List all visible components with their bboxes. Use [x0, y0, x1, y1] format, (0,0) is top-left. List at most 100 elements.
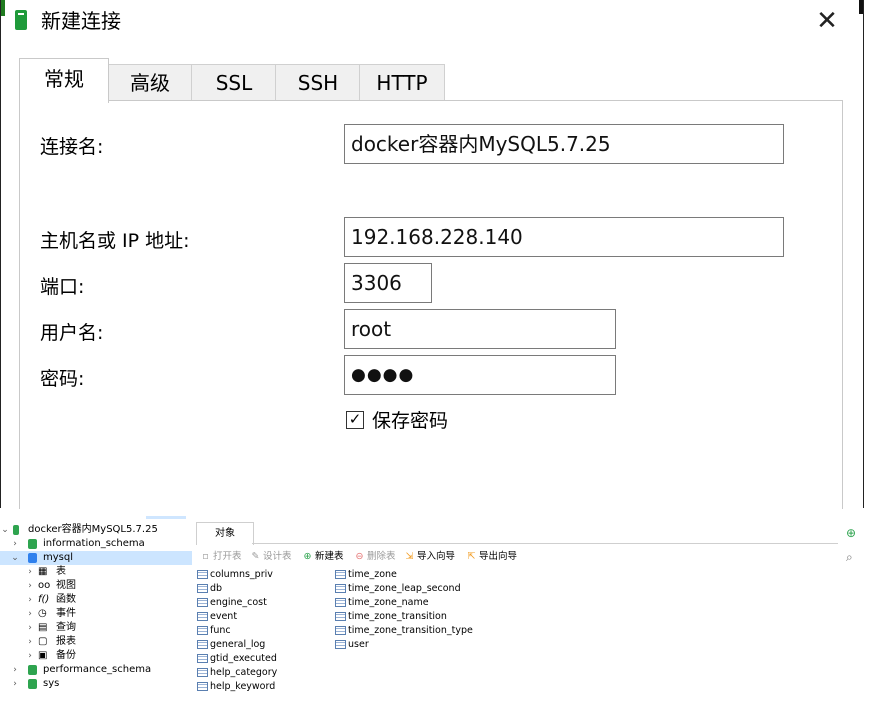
tree-connection-node[interactable]: ⌄ docker容器内MySQL5.7.25 [0, 523, 192, 537]
chevron-right-icon[interactable]: › [25, 649, 35, 663]
table-icon [335, 626, 346, 635]
tree-database-node-selected[interactable]: ⌄ mysql [0, 551, 192, 565]
tab-http[interactable]: HTTP [359, 64, 445, 101]
save-password-label: 保存密码 [372, 410, 449, 432]
open-table-button[interactable]: ▫ 打开表 [200, 550, 242, 564]
table-item[interactable]: help_category [197, 666, 277, 680]
chevron-right-icon[interactable]: › [25, 607, 35, 621]
table-name: db [210, 583, 223, 594]
table-item[interactable]: func [197, 624, 231, 638]
chevron-down-icon[interactable]: ⌄ [10, 551, 20, 565]
table-icon [197, 682, 208, 691]
username-input[interactable]: root [344, 309, 616, 349]
chevron-right-icon[interactable]: › [10, 537, 20, 551]
new-table-button[interactable]: ⊕ 新建表 [302, 550, 344, 564]
tree-database-node[interactable]: › sys [0, 677, 192, 691]
report-icon: ▢ [38, 636, 48, 647]
table-name: time_zone [348, 569, 397, 580]
tab-ssl[interactable]: SSL [191, 64, 277, 101]
query-icon: ▤ [38, 622, 48, 633]
tab-advanced[interactable]: 高级 [107, 64, 193, 101]
tab-general[interactable]: 常规 [19, 58, 109, 103]
table-icon [335, 640, 346, 649]
host-label: 主机名或 IP 地址: [40, 230, 190, 252]
port-input[interactable]: 3306 [344, 263, 432, 303]
tree-child-label: 备份 [56, 650, 76, 661]
backup-icon: ▣ [38, 650, 48, 661]
function-icon: f() [38, 594, 50, 605]
tree-database-label: sys [43, 678, 60, 689]
view-icon: oo [38, 580, 51, 591]
tree-connection-label: docker容器内MySQL5.7.25 [28, 524, 158, 535]
table-item[interactable]: time_zone_name [335, 596, 429, 610]
database-icon [28, 665, 37, 675]
table-item[interactable]: engine_cost [197, 596, 267, 610]
delete-table-label: 删除表 [367, 551, 396, 562]
table-icon [335, 584, 346, 593]
table-item[interactable]: columns_priv [197, 568, 273, 582]
search-icon[interactable]: ⌕ [846, 550, 853, 565]
table-item[interactable]: gtid_executed [197, 652, 277, 666]
tab-objects[interactable]: 对象 [196, 522, 254, 545]
password-input[interactable]: ●●●● [344, 355, 616, 395]
tree-child-label: 函数 [56, 594, 76, 605]
port-label: 端口: [40, 276, 85, 298]
design-table-button[interactable]: ✎ 设计表 [250, 550, 292, 564]
navicat-main-window: ⌄ docker容器内MySQL5.7.25 › information_sch… [0, 516, 874, 704]
tree-database-label: performance_schema [43, 664, 152, 675]
import-wizard-icon: ⇲ [405, 551, 414, 562]
table-item[interactable]: time_zone_transition [335, 610, 447, 624]
table-item[interactable]: event [197, 610, 237, 624]
chevron-right-icon[interactable]: › [25, 579, 35, 593]
table-name: time_zone_transition_type [348, 625, 473, 636]
chevron-down-icon[interactable]: ⌄ [0, 523, 10, 537]
table-name: general_log [210, 639, 266, 650]
connection-name-input[interactable]: docker容器内MySQL5.7.25 [344, 124, 784, 164]
tree-database-label: mysql [43, 552, 73, 563]
delete-table-icon: ⊖ [355, 551, 364, 562]
tree-database-node[interactable]: › performance_schema [0, 663, 192, 677]
chevron-right-icon[interactable]: › [25, 565, 35, 579]
connection-icon [13, 525, 19, 535]
delete-table-button[interactable]: ⊖ 删除表 [354, 550, 396, 564]
tree-database-label: information_schema [43, 538, 145, 549]
table-icon [197, 626, 208, 635]
new-object-icon[interactable]: ⊕ [840, 522, 862, 544]
chevron-right-icon[interactable]: › [25, 593, 35, 607]
table-name: time_zone_leap_second [348, 583, 461, 594]
checkbox-check-icon[interactable]: ✓ [346, 411, 364, 429]
event-icon: ◷ [38, 608, 47, 619]
table-item[interactable]: db [197, 582, 222, 596]
tree-database-node[interactable]: › information_schema [0, 537, 192, 551]
new-table-icon: ⊕ [303, 551, 312, 562]
host-input[interactable]: 192.168.228.140 [344, 217, 784, 257]
table-icon [197, 612, 208, 621]
tab-ssh[interactable]: SSH [275, 64, 361, 101]
export-wizard-icon: ⇱ [467, 551, 476, 562]
export-wizard-button[interactable]: ⇱ 导出向导 [466, 550, 518, 564]
import-wizard-button[interactable]: ⇲ 导入向导 [404, 550, 456, 564]
database-icon [28, 539, 37, 549]
design-table-label: 设计表 [263, 551, 292, 562]
chevron-right-icon[interactable]: › [10, 663, 20, 677]
open-table-label: 打开表 [213, 551, 242, 562]
table-icon [197, 598, 208, 607]
table-item[interactable]: user [335, 638, 369, 652]
tree-child-label: 报表 [56, 636, 76, 647]
chevron-right-icon[interactable]: › [10, 677, 20, 691]
table-name: time_zone_transition [348, 611, 447, 622]
table-item[interactable]: time_zone_leap_second [335, 582, 461, 596]
close-button[interactable]: ✕ [809, 6, 845, 36]
export-wizard-label: 导出向导 [479, 551, 518, 562]
chevron-right-icon[interactable]: › [25, 635, 35, 649]
table-icon [197, 640, 208, 649]
table-name: engine_cost [210, 597, 267, 608]
table-item[interactable]: general_log [197, 638, 265, 652]
dialog-titlebar: 新建连接 ✕ [1, 0, 863, 42]
table-item[interactable]: help_keyword [197, 680, 275, 694]
table-item[interactable]: time_zone_transition_type [335, 624, 473, 638]
connection-icon [15, 10, 27, 30]
table-item[interactable]: time_zone [335, 568, 397, 582]
chevron-right-icon[interactable]: › [25, 621, 35, 635]
tree-child-label: 视图 [56, 580, 76, 591]
